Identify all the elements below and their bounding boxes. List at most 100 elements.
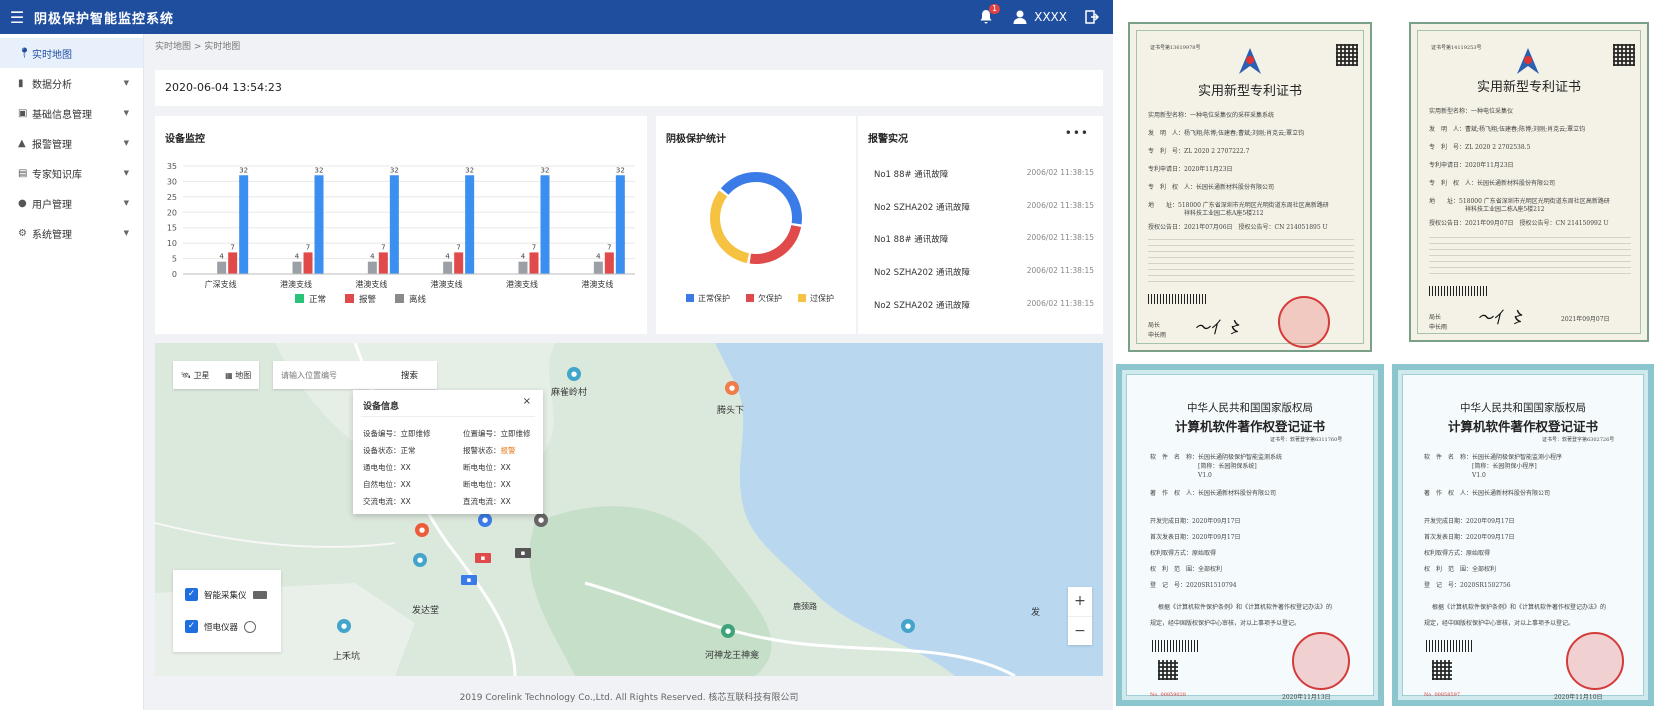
device-monitor-card: 设备监控 0 5 10 15 20 25 30 35 4 7 32 广深支线 4 7 32 港澳支线 4 7 32 港…	[155, 116, 647, 334]
cert-number: 证书号：软著登字第6311760号	[1270, 437, 1343, 443]
map-poi-icon[interactable]: ●	[901, 619, 915, 633]
alarm-row[interactable]: No2 SZHA202 通讯故障 2006/02 11:38:15	[874, 266, 1094, 278]
footer-copyright: 2019 Corelink Technology Co.,Ltd. All Ri…	[459, 693, 799, 703]
device-marker-icon[interactable]: ▪	[475, 553, 491, 563]
user-menu[interactable]: XXXX	[1012, 9, 1067, 25]
user-icon: ●	[18, 197, 27, 209]
sidebar-item-alarm[interactable]: ▲ 报警管理 ▼	[0, 128, 143, 158]
y-tick-label: 0	[172, 270, 177, 279]
map-poi-icon[interactable]: ●	[337, 619, 351, 633]
legend-label: 正常	[309, 294, 326, 305]
more-icon[interactable]: •••	[1065, 126, 1089, 140]
layer-toggle-collector[interactable]: ✓ 智能采集仪	[185, 588, 267, 601]
cert-number: 证书号：软著登字第6302726号	[1542, 437, 1615, 443]
cert-line: 软 件 名 称：长园长通阴极保护智能监测系统	[1150, 454, 1283, 461]
sidebar-item-label: 报警管理	[32, 139, 72, 151]
device-bar-chart: 051015202530354732广深支线4732港澳支线4732港澳支线47…	[167, 162, 635, 305]
cert-title: 计算机软件著作权登记证书	[1447, 419, 1598, 434]
alarm-row[interactable]: No2 SZHA202 通讯故障 2006/02 11:38:15	[874, 201, 1094, 213]
device-marker-icon[interactable]: ●	[534, 513, 548, 527]
close-icon[interactable]: ×	[523, 396, 531, 407]
notification-bell-icon[interactable]: 1	[978, 4, 1001, 25]
device-marker-icon[interactable]: ●	[478, 513, 492, 527]
cert-title: 实用新型专利证书	[1476, 80, 1581, 95]
layer-label: 恒电仪器	[204, 622, 239, 633]
cert-line: 实用新型名称：一种电位采集仪	[1429, 108, 1514, 115]
cert-line: 开发完成日期：2020年09月17日	[1424, 518, 1515, 525]
cert-line: 权利取得方式：原始取得	[1150, 550, 1217, 557]
x-tick-label: 港澳支线	[506, 279, 538, 289]
legend-swatch	[798, 294, 806, 302]
cert-serial: No. 00859028	[1150, 692, 1186, 698]
map-poi-icon[interactable]: ●	[567, 367, 581, 381]
map-poi-icon[interactable]: ●	[721, 624, 735, 638]
bar-value-label: 7	[607, 243, 611, 251]
map-layer-legend: ✓ 智能采集仪 ✓ 恒电仪器	[173, 570, 281, 652]
bar	[615, 175, 625, 274]
sidebar-item-realtime-map[interactable]: 📍︎ 实时地图	[0, 38, 143, 68]
cert-line: 软 件 名 称：长园长通阴极保护智能监测小程序	[1424, 454, 1563, 461]
cert-line: 发 明 人：曹斌;杨飞翔;伍建春;陈博;刘刚;肖克云;覃立钧	[1429, 126, 1586, 133]
potentiostat-device-icon	[244, 620, 257, 633]
location-search-input[interactable]	[273, 362, 401, 388]
map-poi-icon[interactable]: ●	[725, 381, 739, 395]
bar-value-label: 32	[465, 166, 474, 174]
satellite-toggle[interactable]: 🛰︎ 卫星	[181, 370, 210, 381]
device-marker-icon[interactable]: ▪	[515, 548, 531, 558]
barcode-icon	[1152, 640, 1198, 652]
cert-line: 专 利 权 人：长园长通新材料股份有限公司	[1148, 184, 1275, 191]
username: XXXX	[1034, 10, 1067, 24]
alarm-name: No2 SZHA202 通讯故障	[874, 268, 971, 278]
cert-body-text	[1148, 238, 1354, 282]
y-tick-label: 5	[172, 255, 177, 264]
search-button[interactable]: 搜索	[401, 369, 418, 381]
sidebar-item-knowledge[interactable]: ▤ 专家知识库 ▼	[0, 158, 143, 188]
y-tick-label: 15	[167, 224, 177, 233]
chart-icon: ▮	[18, 77, 24, 89]
checkbox-checked-icon[interactable]: ✓	[185, 588, 198, 601]
legend-label: 报警	[359, 294, 377, 305]
map-background	[155, 343, 1103, 676]
bar	[593, 261, 603, 274]
device-marker-icon[interactable]: ●	[415, 523, 429, 537]
info-field: 通电电位：XX	[363, 463, 411, 472]
cert-line: 权 利 范 围：全部权利	[1150, 566, 1223, 573]
alarm-row[interactable]: No1 88# 通讯故障 2006/02 11:38:15	[874, 233, 1094, 245]
bar-value-label: 7	[532, 243, 536, 251]
map-toggle[interactable]: ▦ 地图	[225, 370, 251, 381]
map-view[interactable]: 🛰︎ 卫星 ▦ 地图 搜索 麻雀岭村 腾头下 发达堂 上禾坑 河神龙王神龛 鹿颈…	[155, 343, 1103, 676]
info-field: 设备状态：正常	[363, 446, 416, 455]
device-marker-icon[interactable]: ▪	[461, 575, 477, 585]
cert-line: 祥科技工业园二栋A座5楼212	[1148, 210, 1264, 217]
checkbox-checked-icon[interactable]: ✓	[185, 620, 198, 633]
sidebar-item-system[interactable]: ⚙ 系统管理 ▼	[0, 218, 143, 248]
cert-line: 权 利 范 围：全部权利	[1424, 566, 1497, 573]
sidebar-item-basic-info[interactable]: ▣ 基础信息管理 ▼	[0, 98, 143, 128]
sidebar: 📍︎ 实时地图 ▮ 数据分析 ▼ ▣ 基础信息管理 ▼ ▲ 报警管理 ▼ ▤ 专…	[0, 34, 144, 710]
hamburger-menu-icon[interactable]: ☰	[0, 8, 34, 27]
qr-code-icon	[1336, 44, 1358, 66]
sidebar-item-users[interactable]: ● 用户管理 ▼	[0, 188, 143, 218]
sidebar-item-label: 实时地图	[32, 49, 72, 61]
cert-line: 根据《计算机软件保护条例》和《计算机软件著作权登记办法》的	[1158, 604, 1333, 611]
zoom-in-button[interactable]: +	[1068, 587, 1092, 616]
map-zoom-control: + −	[1068, 587, 1092, 645]
bar-value-label: 4	[295, 253, 300, 261]
signatory-name: 申长雨	[1429, 324, 1448, 331]
x-tick-label: 港澳支线	[355, 279, 387, 289]
y-tick-label: 10	[167, 239, 177, 248]
alarm-row[interactable]: No1 88# 通讯故障 2006/02 11:38:15	[874, 168, 1094, 180]
app-window: ☰ 阴极保护智能监控系统 1 XXXX 📍︎ 实时地图 ▮ 数据分析 ▼ ▣ 基…	[0, 0, 1113, 710]
cert-date: 2021年09月07日	[1561, 316, 1610, 323]
legend-swatch	[395, 294, 404, 303]
map-poi-icon[interactable]: ●	[413, 553, 427, 567]
layer-toggle-potentiostat[interactable]: ✓ 恒电仪器	[185, 620, 257, 633]
sidebar-item-data-analysis[interactable]: ▮ 数据分析 ▼	[0, 68, 143, 98]
y-tick-label: 30	[167, 177, 177, 186]
alarm-row[interactable]: No2 SZHA202 通讯故障 2006/02 11:38:15	[874, 299, 1094, 311]
info-field: 交流电流：XX	[363, 497, 411, 506]
logout-icon[interactable]	[1085, 10, 1099, 24]
legend-label: 过保护	[810, 293, 834, 303]
sidebar-item-label: 用户管理	[32, 199, 72, 211]
zoom-out-button[interactable]: −	[1068, 616, 1092, 645]
